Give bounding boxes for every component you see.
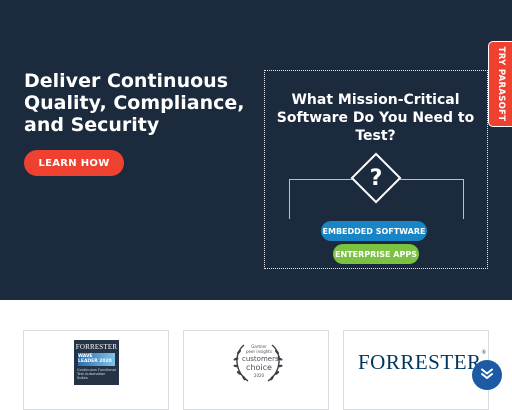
tree-connector-right — [463, 179, 464, 219]
award-card-forrester-wave: FORRESTER WAVE LEADER 2020 Continuous Fu… — [23, 330, 169, 410]
learn-how-button[interactable]: LEARN HOW — [24, 150, 124, 176]
hero-headline-line-2: Quality, Compliance, — [24, 92, 245, 114]
hero-section: Deliver Continuous Quality, Compliance, … — [0, 0, 512, 300]
mission-title: What Mission-Critical Software Do You Ne… — [265, 91, 486, 145]
gartner-line-3: customers' — [242, 355, 281, 363]
hero-headline-line-1: Deliver Continuous — [24, 70, 228, 92]
forrester-logo-text: FORRESTER — [358, 350, 482, 374]
registered-mark: ® — [481, 350, 487, 356]
gartner-peer-insights-badge: Gartner peer insights customers' choice … — [228, 339, 288, 387]
gartner-line-5: 2020 — [253, 373, 265, 378]
mission-title-line-3: Test? — [355, 128, 396, 144]
try-parasoft-label: TRY PARASOFT — [495, 46, 506, 122]
hero-headline-line-3: and Security — [24, 114, 160, 136]
award-card-forrester: FORRESTER® — [343, 330, 489, 410]
embedded-software-button[interactable]: EMBEDDED SOFTWARE — [321, 221, 427, 241]
mission-title-line-1: What Mission-Critical — [291, 92, 460, 108]
forrester-wave-badge: FORRESTER WAVE LEADER 2020 Continuous Fu… — [74, 340, 119, 385]
forrester-logo: FORRESTER® — [358, 350, 486, 375]
wave-line-2: LEADER 2020 — [78, 359, 112, 364]
tree-connector-left — [289, 179, 290, 219]
gartner-line-2: peer insights — [246, 349, 272, 354]
enterprise-apps-button[interactable]: ENTERPRISE APPS — [333, 244, 419, 264]
hero-headline: Deliver Continuous Quality, Compliance, … — [24, 70, 245, 136]
mission-title-line-2: Software Do You Need to — [276, 110, 475, 126]
double-chevron-up-icon — [481, 368, 493, 379]
scroll-up-button[interactable] — [472, 360, 502, 390]
gartner-line-4: choice — [246, 363, 272, 372]
wave-subtitle: Continuous Functional Test Automation Su… — [77, 368, 116, 380]
award-card-gartner: Gartner peer insights customers' choice … — [183, 330, 329, 410]
forrester-wave-brand: FORRESTER — [75, 343, 118, 351]
try-parasoft-tab[interactable]: TRY PARASOFT — [488, 41, 512, 127]
wave-subtitle-2: Test Automation Suites — [77, 372, 106, 380]
wave-leader-text: WAVE LEADER 2020 — [78, 354, 112, 364]
question-mark-icon: ? — [369, 165, 383, 191]
mission-critical-box: What Mission-Critical Software Do You Ne… — [264, 70, 488, 269]
